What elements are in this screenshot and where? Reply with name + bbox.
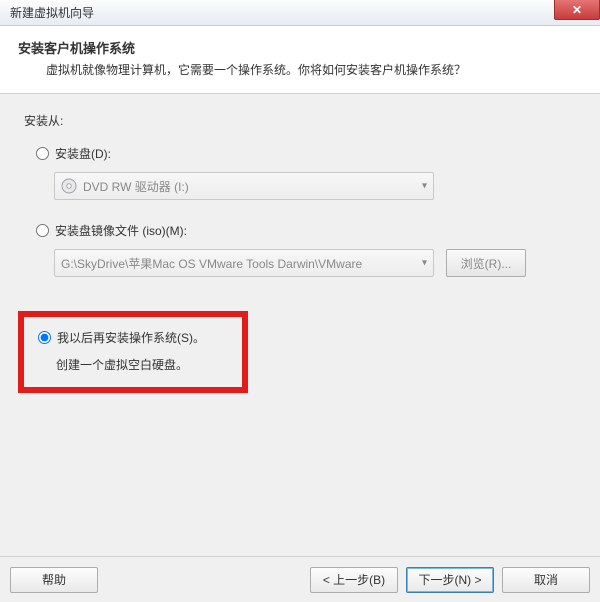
radio-iso-file[interactable] (36, 224, 49, 237)
wizard-footer: 帮助 < 上一步(B) 下一步(N) > 取消 (0, 556, 600, 602)
disc-drive-text: DVD RW 驱动器 (I:) (83, 178, 189, 195)
back-button[interactable]: < 上一步(B) (310, 567, 398, 593)
browse-button-label: 浏览(R)... (461, 255, 512, 272)
close-button[interactable]: ✕ (554, 0, 600, 20)
cancel-button[interactable]: 取消 (502, 567, 590, 593)
back-button-label: < 上一步(B) (323, 571, 385, 588)
header-subtitle: 虚拟机就像物理计算机，它需要一个操作系统。你将如何安装客户机操作系统？ (46, 61, 582, 79)
cancel-button-label: 取消 (534, 571, 558, 588)
titlebar: 新建虚拟机向导 ✕ (0, 0, 600, 26)
browse-button[interactable]: 浏览(R)... (446, 249, 526, 277)
radio-installer-disc-label: 安装盘(D): (55, 145, 111, 162)
install-later-sub: 创建一个虚拟空白硬盘。 (56, 356, 228, 373)
header-title: 安装客户机操作系统 (18, 38, 582, 57)
close-icon: ✕ (572, 3, 582, 17)
radio-install-later-label: 我以后再安装操作系统(S)。 (57, 329, 205, 346)
chevron-down-icon: ▾ (422, 181, 427, 192)
iso-path-combo[interactable]: G:\SkyDrive\苹果Mac OS VMware Tools Darwin… (54, 249, 434, 277)
disc-icon (61, 178, 77, 194)
window-title: 新建虚拟机向导 (10, 4, 94, 21)
option-iso-block: 安装盘镜像文件 (iso)(M): G:\SkyDrive\苹果Mac OS V… (36, 222, 580, 277)
radio-install-later[interactable] (38, 331, 51, 344)
wizard-header: 安装客户机操作系统 虚拟机就像物理计算机，它需要一个操作系统。你将如何安装客户机… (0, 26, 600, 94)
radio-iso-file-label: 安装盘镜像文件 (iso)(M): (55, 222, 187, 239)
help-button-label: 帮助 (42, 571, 66, 588)
option-install-later-highlight: 我以后再安装操作系统(S)。 创建一个虚拟空白硬盘。 (18, 311, 248, 393)
next-button[interactable]: 下一步(N) > (406, 567, 494, 593)
install-from-label: 安装从: (24, 112, 580, 129)
disc-drive-combo[interactable]: DVD RW 驱动器 (I:) ▾ (54, 172, 434, 200)
chevron-down-icon: ▾ (422, 258, 427, 269)
option-disc-block: 安装盘(D): DVD RW 驱动器 (I:) ▾ (36, 145, 580, 200)
help-button[interactable]: 帮助 (10, 567, 98, 593)
iso-path-text: G:\SkyDrive\苹果Mac OS VMware Tools Darwin… (61, 255, 362, 272)
next-button-label: 下一步(N) > (418, 571, 481, 588)
wizard-content: 安装从: 安装盘(D): DVD RW 驱动器 (I:) ▾ 安装盘镜像文件 (… (0, 94, 600, 556)
radio-installer-disc[interactable] (36, 147, 49, 160)
